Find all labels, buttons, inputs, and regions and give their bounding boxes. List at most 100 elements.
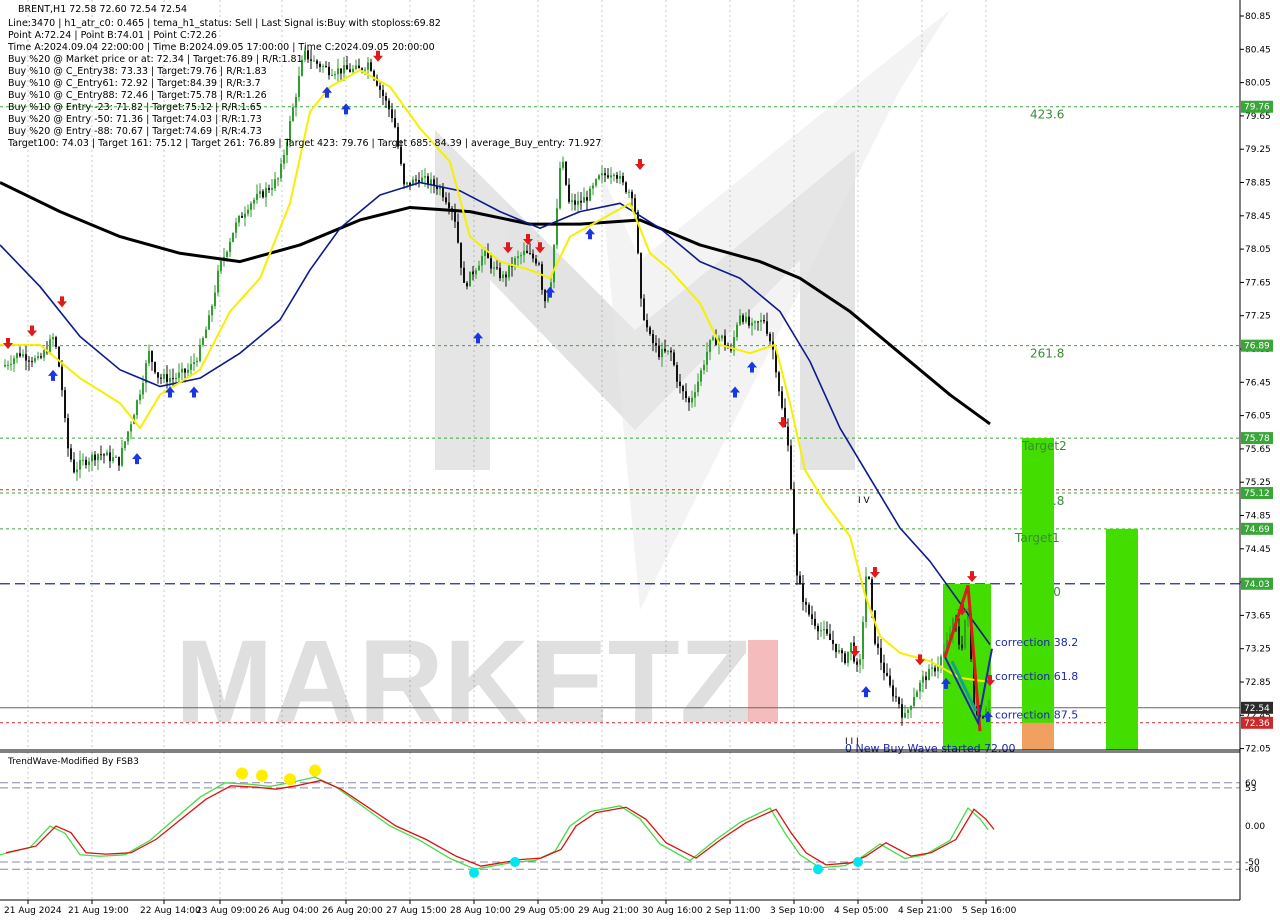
candle-body xyxy=(619,175,621,179)
price-label: 78.45 xyxy=(1245,212,1271,222)
candle-body xyxy=(25,354,27,361)
candle-body xyxy=(469,271,471,287)
candle-body xyxy=(394,118,396,128)
candle-body xyxy=(826,629,828,634)
chart-canvas[interactable]: MARKETZ 423.6261.8161.8100 Target2Target… xyxy=(0,0,1280,920)
price-label: 77.65 xyxy=(1245,278,1271,288)
candle-body xyxy=(52,337,54,340)
candle-body xyxy=(94,454,96,461)
candle-body xyxy=(769,333,771,342)
candle-body xyxy=(925,676,927,681)
candle-body xyxy=(586,197,588,201)
candle-body xyxy=(640,253,642,299)
overbought-dot-icon xyxy=(236,767,248,780)
watermark-text: MARKETZ xyxy=(175,616,752,748)
candle-body xyxy=(661,348,663,358)
time-label: 29 Aug 21:00 xyxy=(578,906,639,916)
candle-body xyxy=(766,321,768,334)
candle-body xyxy=(151,350,153,363)
candle-body xyxy=(580,200,582,203)
time-label: 4 Sep 21:00 xyxy=(898,906,953,916)
candle-body xyxy=(22,354,24,357)
candle-body xyxy=(316,60,318,64)
candle-body xyxy=(904,712,906,718)
candle-body xyxy=(295,97,297,108)
candle-body xyxy=(103,454,105,456)
candle-body xyxy=(64,390,66,418)
candle-body xyxy=(385,96,387,101)
candle-body xyxy=(367,62,369,70)
candle-body xyxy=(217,270,219,293)
candle-body xyxy=(142,383,144,395)
candle-body xyxy=(601,173,603,176)
candle-body xyxy=(190,363,192,370)
info-line: Buy %20 @ Entry -88: 70.67 | Target:74.6… xyxy=(8,126,262,137)
candle-body xyxy=(562,161,564,168)
price-axis[interactable]: 80.85 80.45 80.05 79.65 79.25 78.85 78.45 78.05… xyxy=(1240,12,1273,755)
candle-body xyxy=(616,174,618,179)
candle-body xyxy=(751,322,753,326)
candle-body xyxy=(259,191,261,194)
candle-body xyxy=(136,400,138,416)
candle-body xyxy=(244,213,246,218)
candle-body xyxy=(505,274,507,278)
candle-body xyxy=(382,89,384,97)
candle-body xyxy=(160,377,162,379)
candle-body xyxy=(154,362,156,373)
candle-body xyxy=(856,661,858,665)
candle-body xyxy=(793,488,795,534)
candle-body xyxy=(19,353,21,357)
indicator-area[interactable] xyxy=(0,752,1240,900)
candle-body xyxy=(214,292,216,306)
candle-body xyxy=(238,215,240,223)
candle-body xyxy=(157,372,159,378)
price-badge-label: 72.54 xyxy=(1244,704,1270,714)
candle-body xyxy=(988,708,990,710)
candle-body xyxy=(892,685,894,697)
candle-body xyxy=(688,398,690,403)
candle-body xyxy=(604,173,606,176)
symbol-line: BRENT,H1 72.58 72.60 72.54 72.54 xyxy=(18,4,187,15)
candle-body xyxy=(679,381,681,387)
candle-body xyxy=(121,448,123,466)
overbought-dot-icon xyxy=(284,773,296,786)
candle-body xyxy=(595,179,597,186)
indicator-tick-label: 0.00 xyxy=(1245,822,1265,832)
candle-body xyxy=(736,324,738,338)
candle-body xyxy=(343,65,345,74)
candle-body xyxy=(28,360,30,362)
candle-body xyxy=(913,697,915,706)
time-axis: 21 Aug 2024 21 Aug 19:00 22 Aug 14:0023 Au… xyxy=(4,900,1017,916)
candle-body xyxy=(43,350,45,358)
candle-body xyxy=(340,68,342,74)
candle-body xyxy=(829,633,831,641)
price-badge-label: 75.78 xyxy=(1244,434,1270,444)
candle-body xyxy=(844,653,846,664)
info-line: Point A:72.24 | Point B:74.01 | Point C:… xyxy=(8,30,217,41)
candle-body xyxy=(391,109,393,119)
candle-body xyxy=(820,630,822,632)
candle-body xyxy=(634,198,636,212)
candle-body xyxy=(166,374,168,382)
candle-body xyxy=(760,319,762,322)
candle-body xyxy=(58,346,60,367)
candle-body xyxy=(703,364,705,371)
price-label: 74.85 xyxy=(1245,512,1271,522)
candle-body xyxy=(115,456,117,458)
candle-body xyxy=(466,282,468,287)
time-label: 23 Aug 09:00 xyxy=(196,906,257,916)
candle-body xyxy=(100,454,102,456)
candle-body xyxy=(646,320,648,328)
candle-body xyxy=(748,316,750,326)
candle-body xyxy=(664,348,666,352)
time-label: 28 Aug 10:00 xyxy=(450,906,511,916)
candle-body xyxy=(721,335,723,339)
candle-body xyxy=(112,457,114,462)
candle-body xyxy=(928,668,930,681)
candle-body xyxy=(73,459,75,473)
oversold-dot-icon xyxy=(510,857,520,867)
candle-body xyxy=(352,68,354,73)
candle-body xyxy=(745,316,747,322)
candle-body xyxy=(682,386,684,392)
candle-body xyxy=(544,289,546,302)
